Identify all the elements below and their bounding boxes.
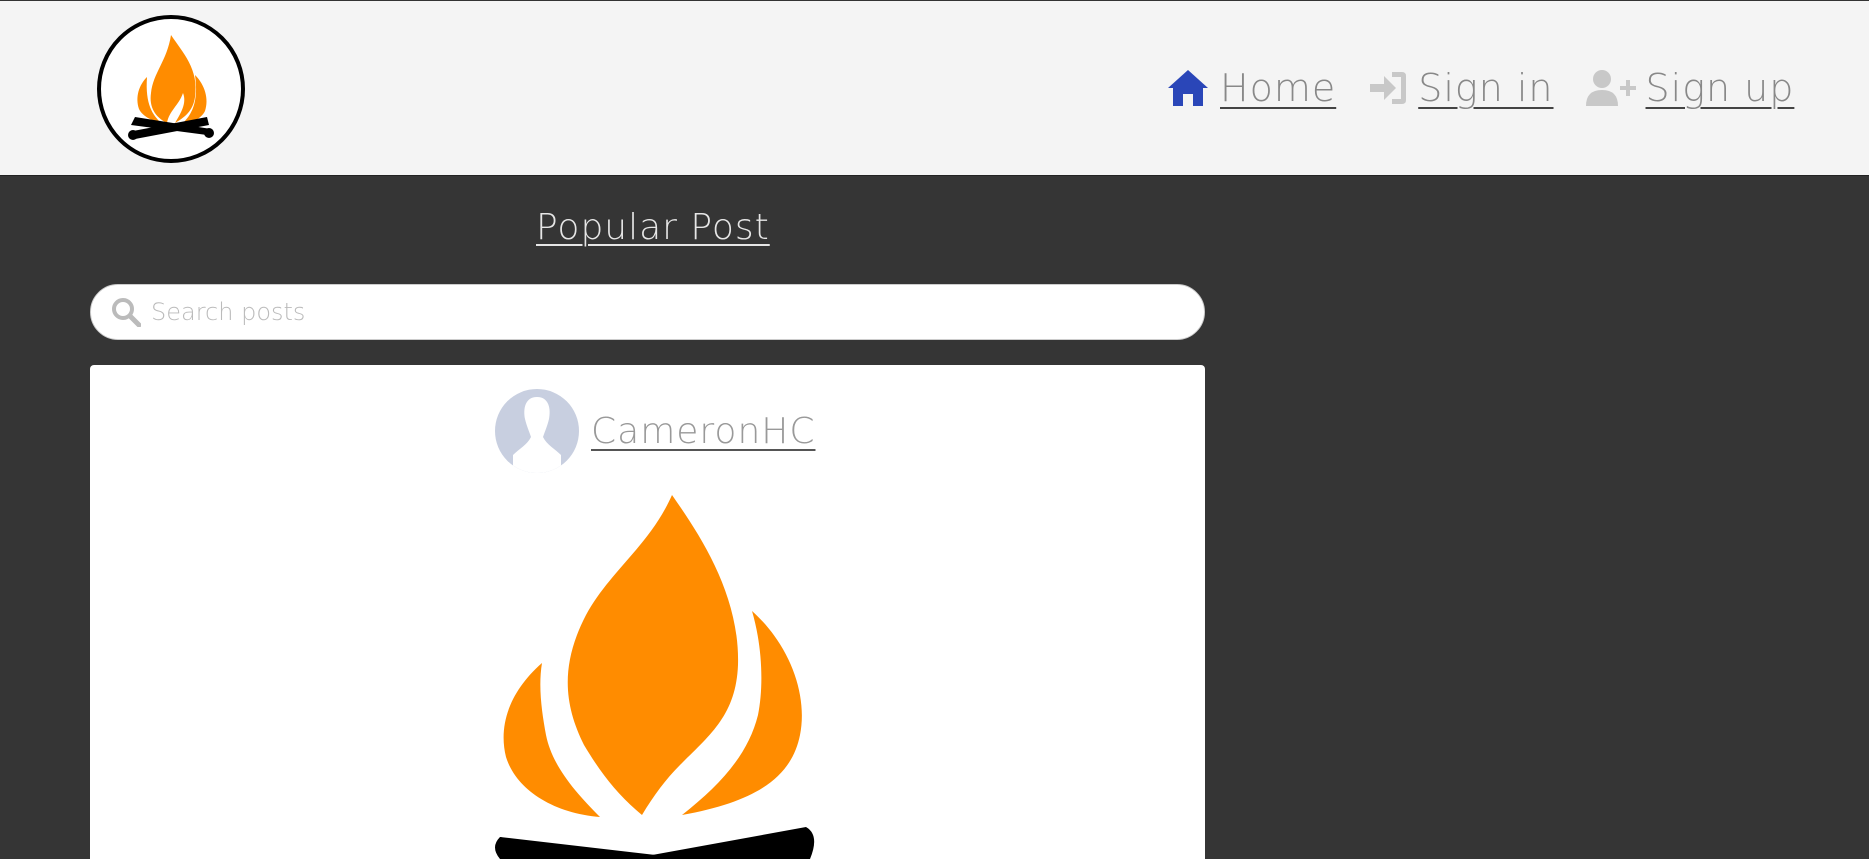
nav-signup-link[interactable]: Sign up (1585, 66, 1795, 110)
nav-home-label: Home (1220, 66, 1337, 110)
site-header: Home Sign in Sign up (0, 0, 1869, 176)
main-nav: Home Sign in Sign up (1166, 63, 1826, 113)
nav-signup-label: Sign up (1645, 66, 1795, 110)
nav-signin-label: Sign in (1418, 66, 1554, 110)
campfire-logo[interactable] (95, 13, 247, 165)
search-icon (112, 298, 141, 327)
search-bar[interactable] (90, 284, 1205, 340)
post-author-name[interactable]: CameronHC (591, 411, 815, 452)
home-icon (1168, 70, 1208, 106)
post-image[interactable] (490, 495, 830, 859)
user-plus-icon (1585, 70, 1636, 106)
campfire-logo-icon (97, 15, 245, 163)
user-silhouette-icon (513, 397, 561, 473)
post-card: CameronHC (90, 365, 1205, 859)
nav-home-link[interactable]: Home (1166, 66, 1336, 110)
avatar[interactable] (495, 389, 579, 473)
sign-in-icon (1370, 72, 1407, 104)
nav-signin-link[interactable]: Sign in (1368, 66, 1553, 110)
search-input[interactable] (151, 298, 1151, 326)
campfire-image-icon (495, 495, 815, 859)
page-title[interactable]: Popular Post (536, 207, 770, 248)
post-author: CameronHC (495, 389, 815, 473)
